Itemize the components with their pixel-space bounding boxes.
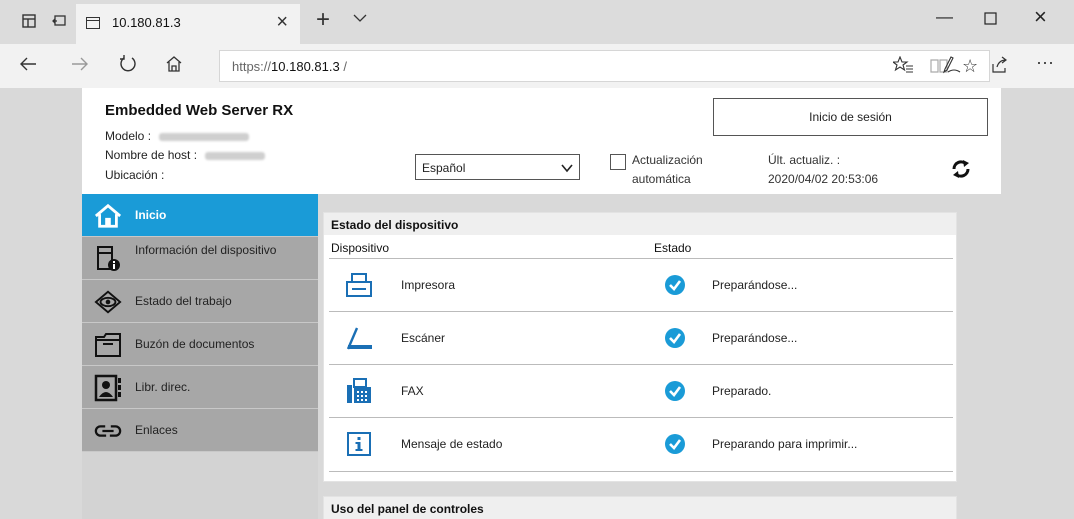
- home-icon: [94, 202, 122, 230]
- table-row: FAX Preparado.: [324, 365, 958, 417]
- sidebar: Inicio Información del dispositivo Estad…: [82, 194, 318, 519]
- device-info-icon: [94, 245, 122, 273]
- info-icon: [344, 429, 374, 459]
- eye-icon: [94, 288, 122, 316]
- refresh-icon[interactable]: [118, 54, 138, 80]
- chevron-down-icon[interactable]: [352, 10, 368, 26]
- sidebar-item-job-status[interactable]: Estado del trabajo: [82, 280, 318, 323]
- address-book-icon: [94, 374, 122, 402]
- column-header-status: Estado: [654, 241, 692, 255]
- hostname-value-redacted: [205, 151, 266, 160]
- hostname-row: Nombre de host :: [105, 148, 266, 162]
- panel-title: Uso del panel de controles: [331, 502, 484, 516]
- favorites-hub-icon[interactable]: [891, 55, 913, 80]
- web-page: Embedded Web Server RX Modelo : Nombre d…: [82, 88, 1001, 519]
- device-status: Preparándose...: [712, 331, 798, 345]
- auto-update-label: Actualización automática: [632, 153, 703, 186]
- new-tab-icon[interactable]: +: [316, 6, 330, 34]
- address-bar[interactable]: https://10.180.81.3 / ☆: [219, 50, 990, 82]
- link-icon: [94, 417, 122, 445]
- sidebar-item-label: Enlaces: [135, 423, 178, 437]
- model-label: Modelo :: [105, 129, 152, 143]
- sidebar-item-device-info[interactable]: Información del dispositivo: [82, 237, 318, 280]
- scanner-icon: [344, 323, 374, 353]
- sidebar-item-label: Información del dispositivo: [135, 243, 277, 257]
- sidebar-item-document-box[interactable]: Buzón de documentos: [82, 323, 318, 366]
- check-icon: [664, 380, 686, 407]
- control-panel-usage-panel: Uso del panel de controles: [323, 496, 957, 519]
- device-status: Preparando para imprimir...: [712, 437, 858, 451]
- check-icon: [664, 327, 686, 354]
- minimize-icon[interactable]: —: [936, 7, 953, 27]
- last-update: Últ. actualiz. : 2020/04/02 20:53:06: [768, 151, 878, 189]
- device-status: Preparándose...: [712, 278, 798, 292]
- location-label: Ubicación :: [105, 168, 165, 182]
- close-tab-icon[interactable]: ×: [276, 11, 288, 34]
- divider: [329, 471, 953, 472]
- auto-update-checkbox[interactable]: [610, 154, 626, 170]
- column-header-device: Dispositivo: [331, 241, 390, 255]
- panel-title: Estado del dispositivo: [324, 213, 956, 235]
- sidebar-item-label: Libr. direc.: [135, 380, 191, 394]
- app-title: Embedded Web Server RX: [105, 102, 294, 119]
- set-tabs-aside-icon[interactable]: [50, 12, 68, 30]
- device-status: Preparado.: [712, 384, 772, 398]
- maximize-icon[interactable]: [984, 10, 997, 30]
- sidebar-item-address-book[interactable]: Libr. direc.: [82, 366, 318, 409]
- language-value: Español: [422, 161, 466, 175]
- tab-title: 10.180.81.3: [112, 15, 181, 30]
- check-icon: [664, 433, 686, 460]
- tab-preview-icon[interactable]: [20, 12, 38, 30]
- share-icon[interactable]: [990, 56, 1008, 80]
- refresh-icon[interactable]: [950, 158, 972, 185]
- device-name: FAX: [401, 384, 424, 398]
- folder-icon: [94, 331, 122, 359]
- login-button[interactable]: Inicio de sesión: [713, 98, 988, 136]
- table-row: Mensaje de estado Preparando para imprim…: [324, 418, 958, 470]
- table-row: Impresora Preparándose...: [324, 259, 958, 311]
- url-text: https://10.180.81.3 /: [232, 59, 347, 74]
- model-row: Modelo :: [105, 129, 250, 143]
- home-icon[interactable]: [164, 54, 184, 80]
- main-content: Estado del dispositivo Dispositivo Estad…: [318, 194, 1001, 519]
- device-name: Mensaje de estado: [401, 437, 503, 451]
- back-icon[interactable]: [18, 54, 38, 80]
- sidebar-item-links[interactable]: Enlaces: [82, 409, 318, 452]
- forward-icon[interactable]: [70, 54, 90, 80]
- sidebar-item-label: Inicio: [135, 208, 167, 222]
- device-name: Escáner: [401, 331, 446, 345]
- more-icon[interactable]: ···: [1036, 52, 1054, 73]
- favorite-star-icon[interactable]: ☆: [962, 56, 978, 77]
- browser-nav-bar: https://10.180.81.3 / ☆ ···: [0, 44, 1074, 88]
- table-row: Escáner Preparándose...: [324, 312, 958, 364]
- fax-icon: [344, 376, 374, 406]
- printer-icon: [344, 270, 374, 300]
- model-value-redacted: [159, 132, 250, 141]
- chevron-down-icon: [561, 164, 573, 173]
- sidebar-item-inicio[interactable]: Inicio: [82, 194, 318, 237]
- last-update-label: Últ. actualiz. :: [768, 153, 841, 167]
- hostname-label: Nombre de host :: [105, 148, 198, 162]
- browser-tab-bar: 10.180.81.3 × + — ×: [0, 0, 1074, 44]
- pen-icon[interactable]: [942, 56, 962, 80]
- browser-tab[interactable]: 10.180.81.3 ×: [76, 4, 300, 44]
- page-icon: [86, 17, 100, 29]
- sidebar-item-label: Buzón de documentos: [135, 337, 255, 351]
- last-update-value: 2020/04/02 20:53:06: [768, 172, 879, 186]
- sidebar-item-label: Estado del trabajo: [135, 294, 232, 308]
- device-status-panel: Estado del dispositivo Dispositivo Estad…: [323, 212, 957, 482]
- check-icon: [664, 274, 686, 301]
- page-header: Embedded Web Server RX Modelo : Nombre d…: [82, 88, 1001, 194]
- language-select[interactable]: Español: [415, 154, 580, 180]
- close-window-icon[interactable]: ×: [1034, 4, 1047, 30]
- device-name: Impresora: [401, 278, 456, 292]
